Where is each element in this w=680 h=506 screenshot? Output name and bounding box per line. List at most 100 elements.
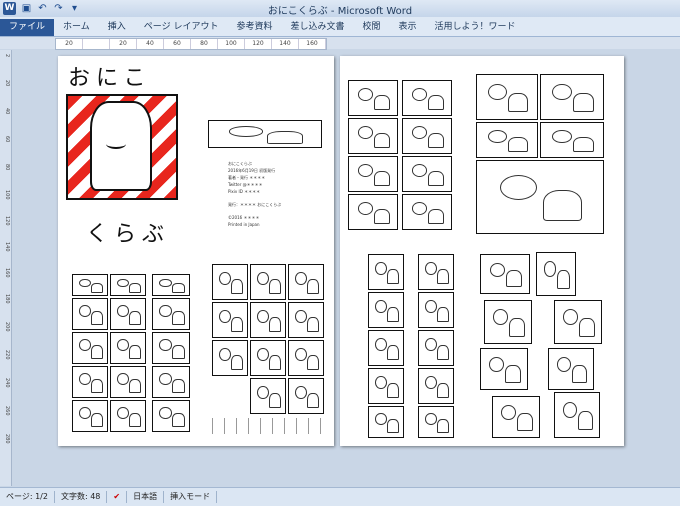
illustration [536,252,576,296]
colophon-line: 発行：＊＊＊＊ おにこくらぶ [228,202,282,207]
status-bar: ページ: 1/2 文字数: 48 ✔ 日本語 挿入モード [0,487,680,506]
ruler-tick: 2 [4,54,10,58]
comic-panel [152,298,190,330]
comic-panel [110,332,146,364]
comic-panel [250,302,286,338]
ruler-tick [83,39,110,49]
comic-panel [476,74,538,120]
ruler-tick: 160 [4,268,10,278]
document-workspace[interactable]: おにこ くらぶ おにこくらぶ 2016年6月19日 初版発行 著者・発行 ＊＊＊… [12,50,680,486]
ruler-tick: 180 [4,294,10,304]
status-insert-mode[interactable]: 挿入モード [164,491,218,503]
colophon: おにこくらぶ 2016年6月19日 初版発行 著者・発行 ＊＊＊＊ Twitte… [228,160,281,228]
colophon-line: Pixiv ID ＊＊＊＊ [228,189,261,194]
comic-panel [368,330,404,366]
comic-panel [288,302,324,338]
illustration [480,254,530,294]
ruler-tick: 80 [4,164,10,171]
comic-panel [540,122,604,158]
ruler-tick: 20 [56,39,83,49]
tab-view[interactable]: 表示 [390,19,426,36]
ruler-tick: 20 [4,80,10,87]
colophon-line: Twitter @＊＊＊＊ [228,182,263,187]
ruler-row: 20 20 40 60 80 100 120 140 160 [0,37,680,50]
comic-panel [476,160,604,234]
comic-panel [368,368,404,404]
illustration [484,300,532,344]
ruler-tick: 240 [4,378,10,388]
ruler-tick: 260 [4,406,10,416]
character-row [212,418,322,434]
comic-panel [402,194,452,230]
comic-panel [348,118,398,154]
ruler-tick: 280 [4,434,10,444]
proofing-icon[interactable]: ✔ [107,491,128,503]
comic-panel [288,340,324,376]
comic-panel [476,122,538,158]
tab-references[interactable]: 参考資料 [227,19,281,36]
illustration [492,396,540,438]
status-word-count[interactable]: 文字数: 48 [55,491,108,503]
comic-panel [288,378,324,414]
comic-panel [418,368,454,404]
ribbon-tabs: ファイル ホーム 挿入 ページ レイアウト 参考資料 差し込み文書 校閲 表示 … [0,17,680,37]
comic-panel [348,194,398,230]
document-page-1[interactable]: おにこ くらぶ おにこくらぶ 2016年6月19日 初版発行 著者・発行 ＊＊＊… [58,56,334,446]
comic-panel [110,298,146,330]
illustration [554,300,602,344]
comic-panel [110,366,146,398]
comic-panel [208,120,322,148]
status-language[interactable]: 日本語 [127,491,165,503]
tab-insert[interactable]: 挿入 [99,19,135,36]
tab-word-tips[interactable]: 活用しよう！ワード [426,19,525,36]
comic-panel [348,156,398,192]
ruler-tick: 160 [299,39,326,49]
cover-title-bottom: くらぶ [86,222,171,247]
tab-review[interactable]: 校閲 [353,19,389,36]
horizontal-ruler[interactable]: 20 20 40 60 80 100 120 140 160 [55,38,327,50]
tab-mailings[interactable]: 差し込み文書 [281,19,353,36]
comic-panel [152,274,190,296]
ruler-tick: 20 [110,39,137,49]
comic-panel [418,292,454,328]
comic-panel [212,302,248,338]
ruler-tick: 40 [4,108,10,115]
character-drawing [90,101,152,191]
ruler-tick: 100 [4,190,10,200]
comic-panel [250,264,286,300]
comic-panel [212,340,248,376]
tab-page-layout[interactable]: ページ レイアウト [135,19,228,36]
illustration [548,348,594,390]
comic-panel [288,264,324,300]
colophon-line: 著者・発行 ＊＊＊＊ [228,175,266,180]
comic-panel [72,366,108,398]
comic-panel [152,366,190,398]
ruler-tick: 40 [137,39,164,49]
tab-home[interactable]: ホーム [54,19,99,36]
ruler-tick: 220 [4,350,10,360]
colophon-line: Printed in Japan [228,222,260,227]
comic-panel [402,156,452,192]
tab-file[interactable]: ファイル [0,19,55,36]
ruler-tick: 140 [4,242,10,252]
comic-panel [402,118,452,154]
status-page[interactable]: ページ: 1/2 [0,491,55,503]
ruler-tick: 80 [191,39,218,49]
comic-panel [152,332,190,364]
colophon-line: ©2016 ＊＊＊＊ [228,215,260,220]
comic-panel [418,330,454,366]
ruler-tick: 60 [164,39,191,49]
comic-panel [368,292,404,328]
illustration [554,392,600,438]
comic-panel [72,400,108,432]
comic-panel [72,274,108,296]
comic-panel [348,80,398,116]
window-title: おにこくらぶ - Microsoft Word [267,6,413,17]
ruler-tick: 100 [218,39,245,49]
vertical-ruler[interactable]: 2 20 40 60 80 100 120 140 160 180 200 22… [0,50,12,486]
comic-panel [212,264,248,300]
comic-panel [110,274,146,296]
comic-panel [72,298,108,330]
colophon-line: 2016年6月19日 初版発行 [228,168,276,173]
document-page-2[interactable] [340,56,624,446]
